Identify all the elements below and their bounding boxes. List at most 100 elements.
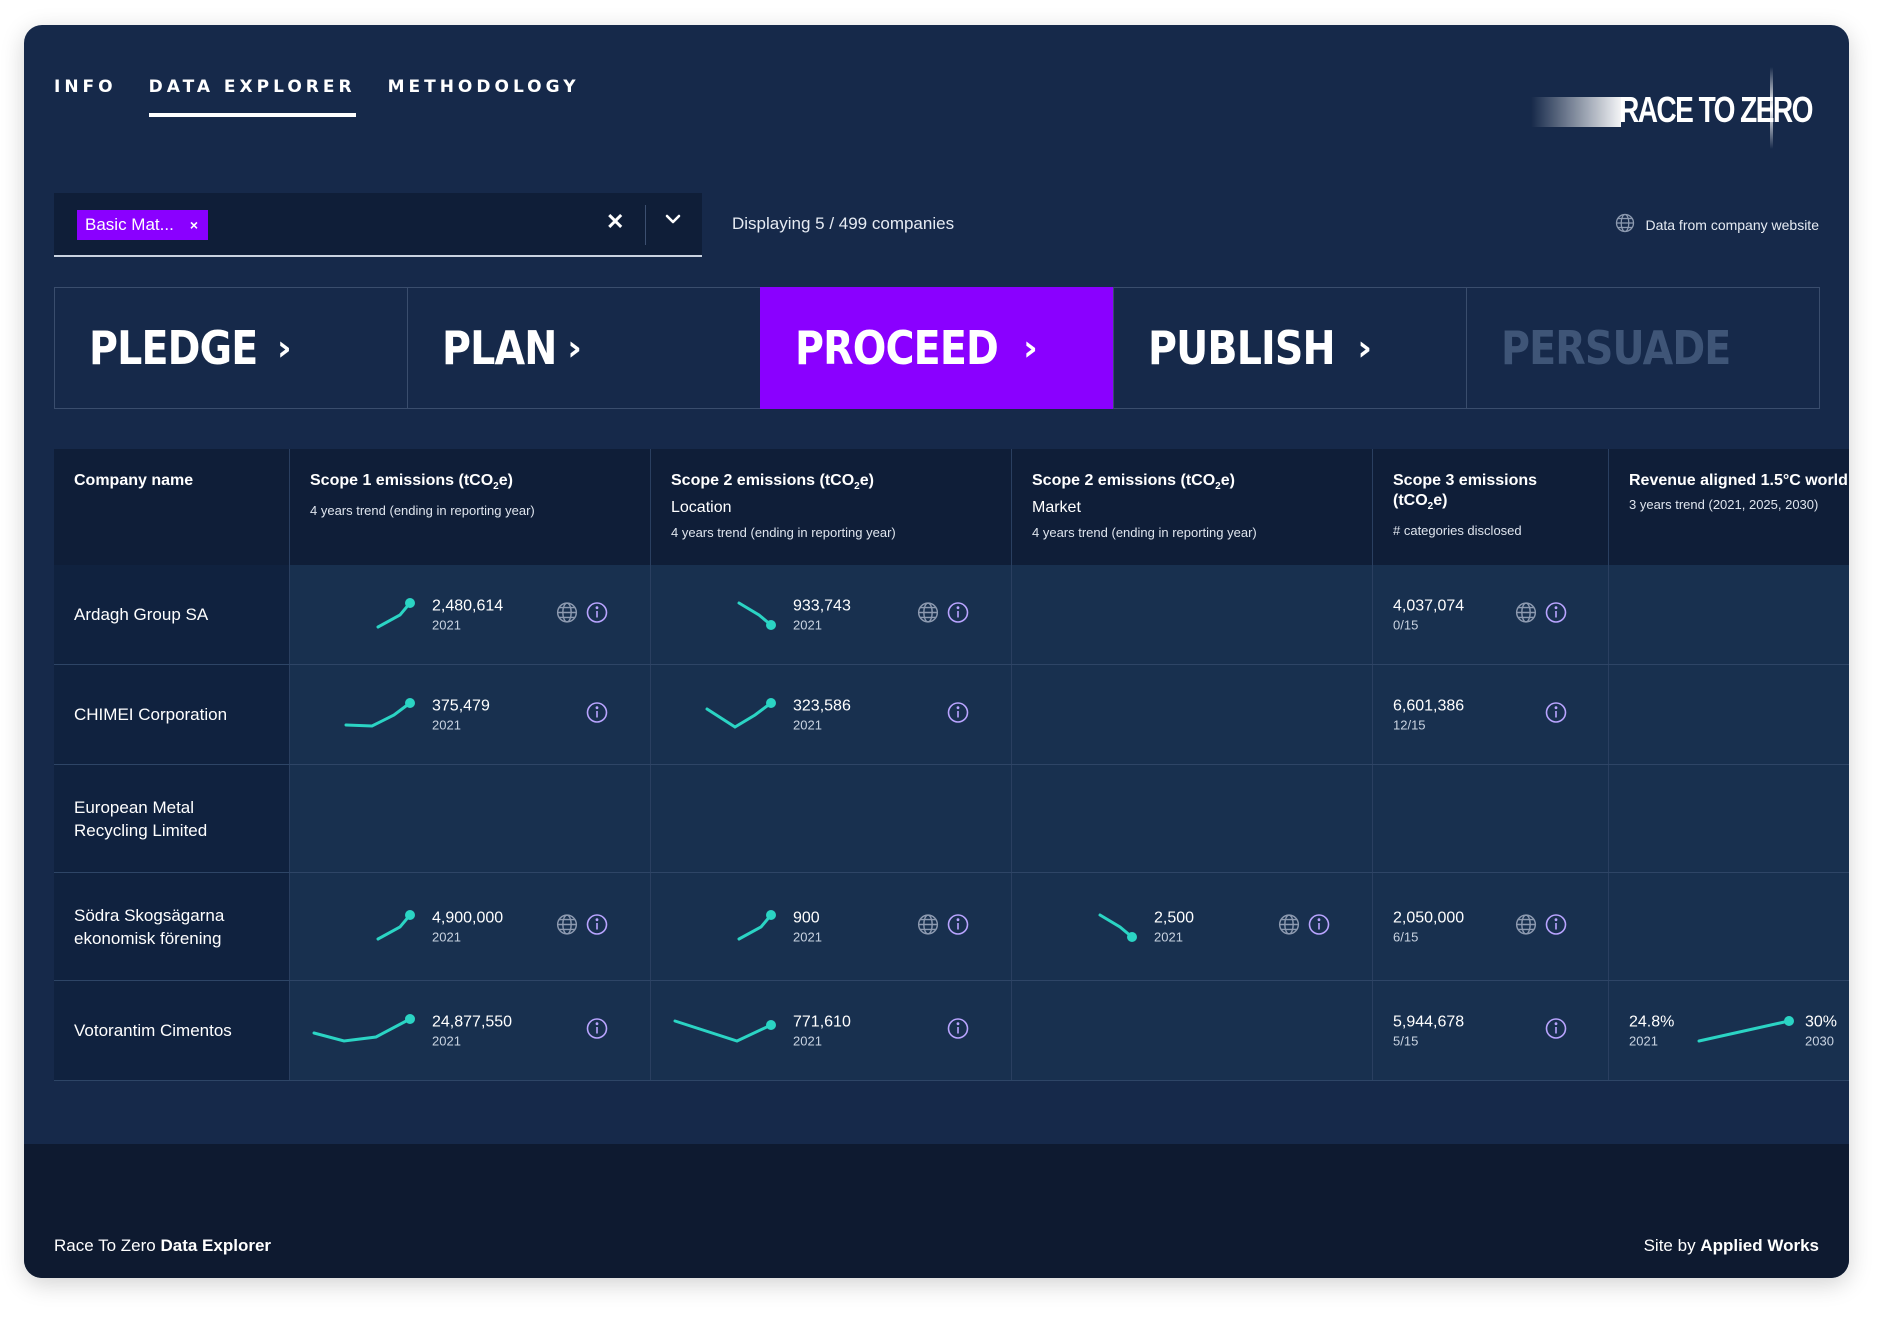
scope1-cell: 375,479 2021 — [290, 665, 651, 764]
company-name[interactable]: CHIMEI Corporation — [54, 665, 290, 764]
table-row[interactable]: Ardagh Group SA 2,480,614 2021 933,743 202… — [54, 565, 1849, 665]
metric-year: 2021 — [793, 1033, 822, 1048]
table-row[interactable]: European Metal Recycling Limited — [54, 765, 1849, 873]
company-name[interactable]: Votorantim Cimentos — [54, 981, 290, 1080]
metric-categories: 5/15 — [1393, 1033, 1419, 1048]
race-to-zero-logo[interactable]: RACE TO ZERO — [1531, 67, 1814, 153]
info-icon[interactable] — [586, 701, 608, 728]
scope3-cell: 2,050,000 6/15 — [1373, 873, 1609, 980]
globe-icon[interactable] — [1515, 913, 1537, 940]
metric-value: 2,050,000 — [1393, 909, 1465, 926]
header-scope2-market[interactable]: Scope 2 emissions (tCO2e) Market 4 years… — [1012, 449, 1373, 565]
sector-filter[interactable]: Basic Mat... × ✕ — [54, 193, 702, 257]
company-name[interactable]: European Metal Recycling Limited — [54, 765, 290, 872]
footer-credit[interactable]: Site by Applied Works — [1644, 1236, 1819, 1256]
info-icon[interactable] — [1545, 601, 1567, 628]
metric-value: 771,610 — [793, 1013, 851, 1030]
stage-label: PLEDGE — [89, 321, 258, 375]
metric-value: 2,500 — [1154, 909, 1195, 926]
tab-info[interactable]: INFO — [54, 77, 117, 117]
filter-chip[interactable]: Basic Mat... × — [77, 210, 208, 240]
revenue-start-year: 2021 — [1629, 1033, 1658, 1048]
header-revenue[interactable]: Revenue aligned 1.5°C world 3 years tren… — [1609, 449, 1849, 565]
metric-value: 6,601,386 — [1393, 697, 1465, 714]
header-title: Scope 3 emissions — [1393, 472, 1538, 489]
info-icon[interactable] — [1545, 1017, 1567, 1044]
table-header: Company name Scope 1 emissions (tCO2e) 4… — [54, 449, 1849, 565]
info-icon[interactable] — [947, 601, 969, 628]
table-row[interactable]: Södra Skogsägarna ekonomisk förening 4,9… — [54, 873, 1849, 981]
globe-icon[interactable] — [556, 913, 578, 940]
logo-text: RACE TO ZERO — [1619, 89, 1814, 130]
revenue-cell: 24.8% 2021 30% 2030 — [1609, 981, 1849, 1080]
scope2-market-cell — [1012, 565, 1373, 664]
metric: 933,743 2021 — [793, 597, 851, 632]
info-icon[interactable] — [947, 1017, 969, 1044]
revenue-cell — [1609, 873, 1849, 980]
footer-site-plain: Race To Zero — [54, 1236, 161, 1255]
stage-label: PUBLISH — [1148, 321, 1336, 375]
globe-icon[interactable] — [917, 913, 939, 940]
stage-arrow-icon: › — [276, 327, 292, 369]
source-legend: Data from company website — [1615, 213, 1819, 236]
header-scope2-location[interactable]: Scope 2 emissions (tCO2e) Location 4 yea… — [651, 449, 1012, 565]
info-icon[interactable] — [1545, 913, 1567, 940]
header-scope3[interactable]: Scope 3 emissions (tCO2e) # categories d… — [1373, 449, 1609, 565]
metric-year: 2021 — [793, 929, 822, 944]
stage-proceed[interactable]: PROCEED › — [760, 287, 1114, 409]
trend-sparkline — [673, 1019, 776, 1043]
tab-methodology[interactable]: METHODOLOGY — [388, 77, 580, 117]
info-icon[interactable] — [947, 913, 969, 940]
footer-site-name[interactable]: Race To Zero Data Explorer — [54, 1236, 271, 1256]
metric-year: 2021 — [432, 717, 461, 732]
source-legend-label: Data from company website — [1645, 216, 1819, 233]
info-icon[interactable] — [586, 913, 608, 940]
stage-plan[interactable]: PLAN › — [407, 287, 761, 409]
globe-icon[interactable] — [1278, 913, 1300, 940]
scope1-cell: 2,480,614 2021 — [290, 565, 651, 664]
trend-sparkline — [312, 1013, 415, 1043]
logo-fade — [1531, 97, 1621, 127]
metric: 771,610 2021 — [793, 1013, 851, 1048]
header-title: Revenue aligned 1.5°C world — [1629, 472, 1848, 489]
company-name[interactable]: Södra Skogsägarna ekonomisk förening — [54, 873, 290, 980]
stage-label: PLAN — [442, 321, 557, 375]
revenue-end-year: 2030 — [1805, 1033, 1834, 1048]
header-title: Scope 2 emissions (tCO2e) — [671, 471, 991, 497]
stage-arrow-icon: › — [1357, 327, 1373, 369]
metric-value: 900 — [793, 909, 820, 926]
header-title-part: (tCO — [1393, 492, 1428, 509]
header-title-part: e) — [859, 472, 874, 489]
table-row[interactable]: CHIMEI Corporation 375,479 2021 323,586 20… — [54, 665, 1849, 765]
metric-year: 2021 — [432, 929, 461, 944]
info-icon[interactable] — [586, 601, 608, 628]
info-icon[interactable] — [586, 1017, 608, 1044]
metric-value: 323,586 — [793, 697, 851, 714]
header-scope1[interactable]: Scope 1 emissions (tCO2e) 4 years trend … — [290, 449, 651, 565]
scope3-cell — [1373, 765, 1609, 872]
header-title-part: e) — [1433, 492, 1448, 509]
tab-data-explorer[interactable]: DATA EXPLORER — [148, 77, 356, 117]
close-icon[interactable]: ✕ — [606, 209, 624, 235]
stage-label: PROCEED — [795, 321, 999, 375]
header-company[interactable]: Company name — [54, 449, 290, 565]
revenue-cell — [1609, 565, 1849, 664]
globe-icon[interactable] — [1515, 601, 1537, 628]
info-icon[interactable] — [1545, 701, 1567, 728]
header-title-part: Scope 2 emissions (tCO — [1032, 472, 1216, 489]
chevron-down-icon[interactable] — [663, 209, 683, 234]
globe-icon — [1615, 213, 1635, 236]
company-name[interactable]: Ardagh Group SA — [54, 565, 290, 664]
stage-publish[interactable]: PUBLISH › — [1113, 287, 1467, 409]
header-title: Company name — [74, 472, 194, 489]
globe-icon[interactable] — [556, 601, 578, 628]
chip-remove-icon[interactable]: × — [190, 217, 198, 233]
trend-sparkline — [737, 909, 776, 940]
table-row[interactable]: Votorantim Cimentos 24,877,550 2021 771,6… — [54, 981, 1849, 1081]
info-icon[interactable] — [1308, 913, 1330, 940]
stage-pledge[interactable]: PLEDGE › — [54, 287, 408, 409]
header-title-part: e) — [1220, 472, 1235, 489]
info-icon[interactable] — [947, 701, 969, 728]
globe-icon[interactable] — [917, 601, 939, 628]
header-title: (tCO2e) — [1393, 491, 1588, 517]
